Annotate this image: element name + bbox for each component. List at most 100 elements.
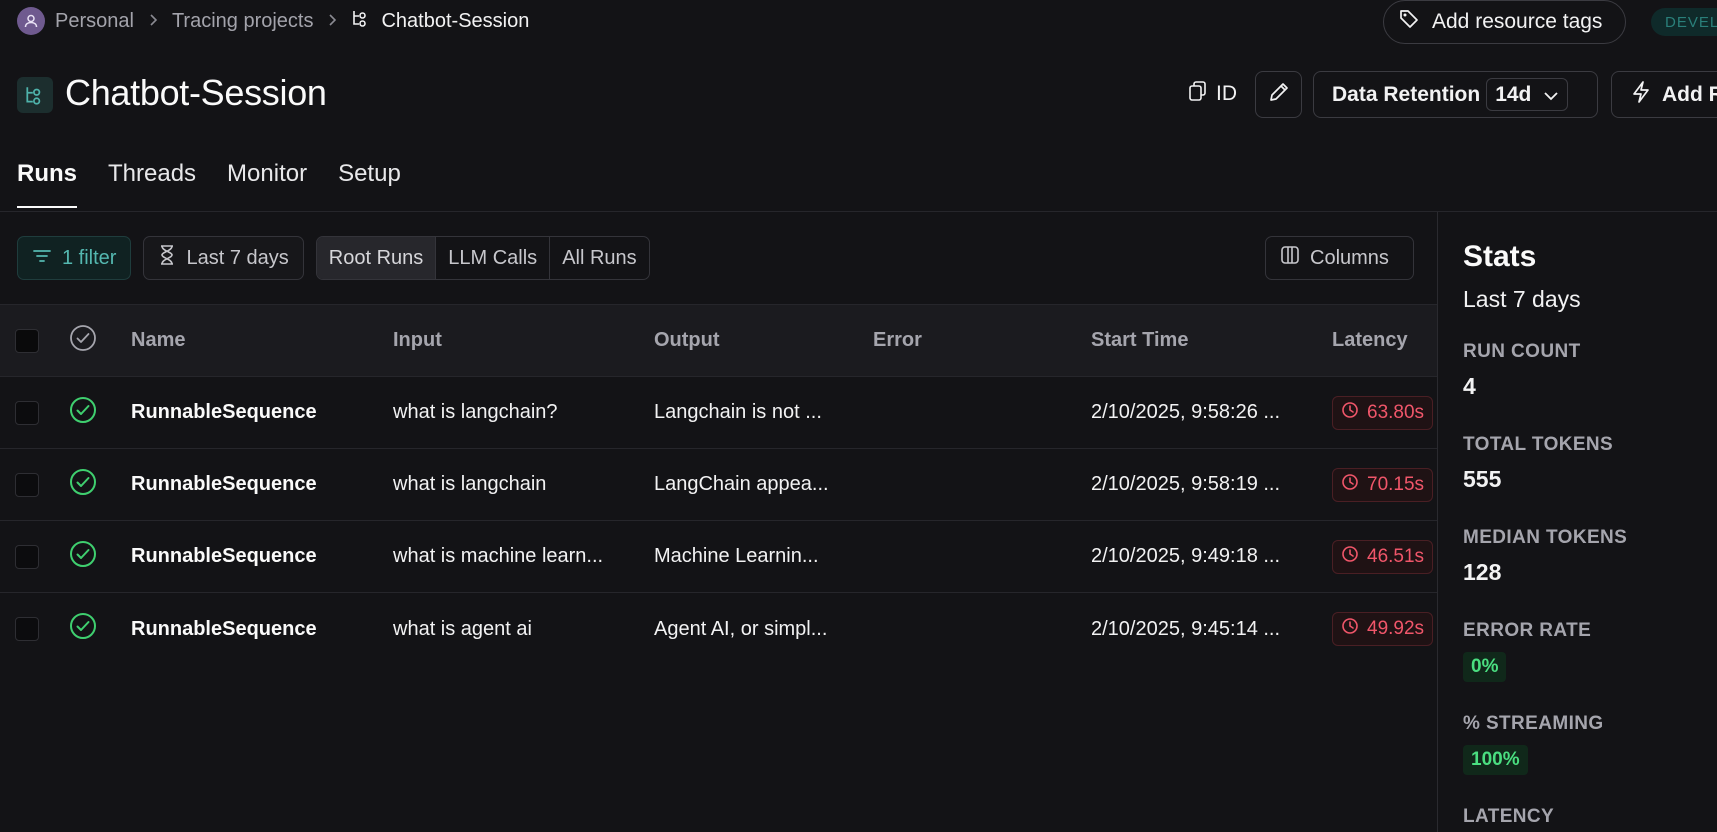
run-input: what is langchain (393, 473, 547, 495)
copy-id-label: ID (1216, 82, 1237, 105)
add-rule-label: Add R (1662, 82, 1717, 106)
user-avatar-icon[interactable] (17, 7, 45, 35)
stats-title: Stats (1463, 240, 1537, 273)
run-start-time: 2/10/2025, 9:45:14 ... (1091, 617, 1281, 640)
status-header (69, 305, 97, 376)
chevron-right-icon (148, 11, 158, 32)
latency-value: 70.15s (1367, 473, 1425, 495)
add-rule-button[interactable]: Add R (1611, 71, 1717, 118)
select-all-cell (15, 305, 39, 376)
breadcrumb-tracing-projects[interactable]: Tracing projects (172, 10, 314, 33)
latency-badge: 49.92s (1332, 612, 1434, 646)
row-checkbox[interactable] (15, 400, 39, 425)
run-start-time: 2/10/2025, 9:58:26 ... (1091, 401, 1281, 423)
tab-setup[interactable]: Setup (338, 160, 401, 208)
table-header: Name Input Output Error Start Time Laten… (0, 304, 1437, 377)
select-all-checkbox[interactable] (15, 328, 39, 353)
columns-button[interactable]: Columns (1265, 236, 1414, 280)
run-name[interactable]: RunnableSequence (131, 521, 317, 592)
row-checkbox[interactable] (15, 544, 39, 569)
stat-label: LATENCY (1463, 806, 1555, 827)
table-row[interactable]: RunnableSequence what is agent ai Agent … (0, 593, 1437, 665)
date-range-button[interactable]: Last 7 days (143, 236, 304, 280)
run-input: what is agent ai (393, 617, 532, 640)
breadcrumb-chatbot-session: Chatbot-Session (381, 9, 530, 32)
copy-id-button[interactable]: ID (1188, 80, 1237, 108)
chevron-down-icon (1543, 83, 1559, 107)
run-start-time: 2/10/2025, 9:58:19 ... (1091, 473, 1281, 495)
clock-icon (1341, 545, 1359, 569)
filter-icon (32, 247, 52, 270)
data-retention-control: Data Retention 14d (1313, 71, 1598, 118)
project-tabs: Runs Threads Monitor Setup (17, 160, 401, 208)
stat-label: MEDIAN TOKENS (1463, 527, 1628, 548)
data-retention-label: Data Retention (1332, 82, 1481, 106)
stat-label: % STREAMING (1463, 713, 1604, 734)
top-bar: Personal Tracing projects Chatbot-Sessio… (0, 0, 1717, 44)
data-retention-value: 14d (1495, 82, 1532, 106)
copy-icon (1188, 80, 1208, 108)
success-check-icon (69, 612, 97, 646)
column-header-input[interactable]: Input (393, 305, 442, 376)
filter-button[interactable]: 1 filter (17, 236, 132, 280)
run-name[interactable]: RunnableSequence (131, 377, 317, 448)
runs-panel: 1 filter Last 7 days Root Runs LLM Calls… (0, 212, 1437, 832)
stat-pill: 100% (1463, 745, 1528, 775)
run-start-time: 2/10/2025, 9:49:18 ... (1091, 545, 1281, 567)
segment-all-runs[interactable]: All Runs (550, 237, 648, 279)
stat-value: 4 (1463, 373, 1476, 399)
chevron-right-icon (327, 11, 337, 32)
run-output: LangChain appea... (654, 473, 829, 495)
stats-subtitle: Last 7 days (1463, 286, 1581, 312)
add-resource-tags-label: Add resource tags (1432, 10, 1603, 33)
project-tree-icon (17, 77, 53, 113)
clock-icon (1341, 473, 1359, 497)
tab-monitor[interactable]: Monitor (227, 160, 307, 208)
stat-error-rate: ERROR RATE 0% (1463, 620, 1591, 682)
pencil-icon (1267, 80, 1291, 109)
environment-badge: DEVEL (1651, 8, 1717, 36)
run-output: Langchain is not ... (654, 401, 822, 423)
edit-project-button[interactable] (1255, 71, 1302, 118)
segment-root-runs[interactable]: Root Runs (316, 237, 437, 279)
row-checkbox[interactable] (15, 617, 39, 641)
run-name[interactable]: RunnableSequence (131, 593, 317, 665)
segment-llm-calls[interactable]: LLM Calls (436, 237, 551, 279)
data-retention-select[interactable]: 14d (1486, 78, 1569, 111)
table-row[interactable]: RunnableSequence what is machine learn..… (0, 521, 1437, 593)
project-tree-icon (351, 8, 371, 34)
stat-median-tokens: MEDIAN TOKENS 128 (1463, 527, 1627, 586)
table-row[interactable]: RunnableSequence what is langchain? Lang… (0, 377, 1437, 449)
latency-value: 63.80s (1367, 401, 1425, 423)
page-title: Chatbot-Session (65, 72, 327, 113)
stat-pill: 0% (1463, 652, 1507, 682)
success-check-icon (69, 396, 97, 430)
latency-value: 49.92s (1367, 618, 1425, 639)
breadcrumb-personal[interactable]: Personal (55, 10, 134, 33)
table-row[interactable]: RunnableSequence what is langchain LangC… (0, 449, 1437, 521)
add-resource-tags-button[interactable]: Add resource tags (1383, 0, 1626, 44)
stats-divider (1437, 212, 1438, 832)
run-input: what is langchain? (393, 401, 558, 423)
tag-icon (1398, 8, 1420, 36)
clock-icon (1341, 617, 1359, 641)
clock-icon (1341, 401, 1359, 425)
hourglass-icon (158, 244, 176, 272)
tab-threads[interactable]: Threads (108, 160, 196, 208)
stat-value: 128 (1463, 559, 1502, 585)
breadcrumb: Personal Tracing projects Chatbot-Sessio… (17, 7, 529, 35)
run-name[interactable]: RunnableSequence (131, 449, 317, 520)
columns-icon (1280, 245, 1300, 271)
column-header-latency[interactable]: Latency (1332, 305, 1408, 376)
runs-table: Name Input Output Error Start Time Laten… (0, 304, 1437, 665)
row-checkbox[interactable] (15, 472, 39, 497)
run-input: what is machine learn... (393, 545, 604, 567)
tab-runs[interactable]: Runs (17, 160, 77, 208)
column-header-start-time[interactable]: Start Time (1091, 305, 1188, 376)
run-type-segmented-control: Root Runs LLM Calls All Runs (315, 236, 650, 280)
column-header-output[interactable]: Output (654, 305, 720, 376)
latency-value: 46.51s (1367, 545, 1425, 567)
breadcrumb-current: Chatbot-Session (351, 8, 529, 34)
column-header-name[interactable]: Name (131, 305, 185, 376)
column-header-error[interactable]: Error (873, 305, 922, 376)
